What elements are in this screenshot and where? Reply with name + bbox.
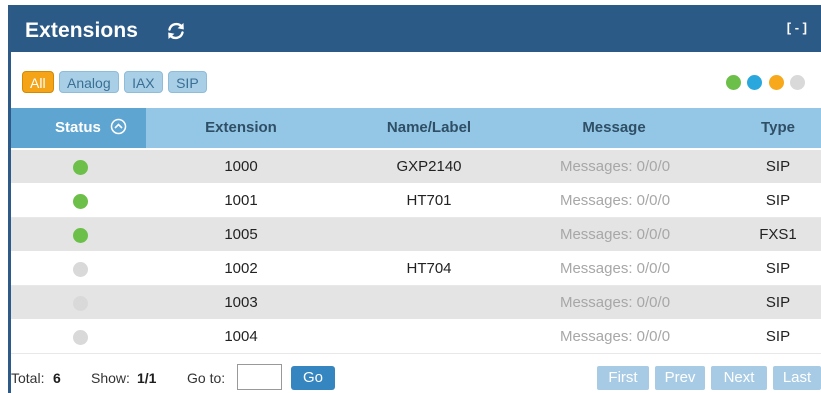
status-legend-dot[interactable] [790, 75, 805, 90]
refresh-icon[interactable] [165, 20, 187, 42]
total-count: 6 [53, 370, 61, 386]
show-pages: 1/1 [137, 370, 157, 386]
message-cell: Messages: 0/0/0 [547, 328, 683, 345]
type-cell: SIP [765, 260, 791, 277]
status-legend [724, 75, 805, 91]
extension-cell: 1001 [224, 192, 258, 209]
table-row[interactable]: 1004 Messages: 0/0/0 SIP [11, 320, 821, 354]
total-label: Total: [11, 370, 45, 386]
table-row[interactable]: 1002 HT704 Messages: 0/0/0 SIP [11, 252, 821, 286]
page-title: Extensions [25, 19, 139, 42]
message-cell: Messages: 0/0/0 [547, 192, 683, 209]
extension-cell: 1003 [224, 294, 258, 311]
status-legend-dot[interactable] [768, 75, 784, 90]
collapse-toggle[interactable]: [ - ] [787, 20, 807, 35]
status-indicator [73, 160, 88, 175]
message-label: Messages: [559, 328, 633, 345]
extension-cell: 1000 [224, 158, 258, 175]
next-page-button[interactable]: Next [711, 366, 767, 390]
message-value: 0/0/0 [636, 328, 671, 345]
type-cell: SIP [765, 294, 791, 311]
filter-sip-button[interactable]: SIP [168, 71, 207, 93]
filter-all-button[interactable]: All [22, 71, 54, 93]
status-indicator [73, 228, 88, 243]
table-row[interactable]: 1001 HT701 Messages: 0/0/0 SIP [11, 184, 821, 218]
message-label: Messages: [559, 260, 633, 277]
message-cell: Messages: 0/0/0 [547, 226, 683, 243]
status-indicator [73, 296, 88, 311]
type-column-header[interactable]: Type [748, 119, 808, 136]
last-page-button[interactable]: Last [773, 366, 821, 390]
extension-cell: 1002 [224, 260, 258, 277]
first-page-button[interactable]: First [597, 366, 649, 390]
table-row[interactable]: 1003 Messages: 0/0/0 SIP [11, 286, 821, 320]
message-label: Messages: [559, 192, 633, 209]
message-value: 0/0/0 [636, 192, 671, 209]
table-header: Status Extension Name/Label Message Type [11, 108, 821, 148]
name-cell: HT701 [406, 192, 452, 209]
filter-iax-button[interactable]: IAX [124, 71, 163, 93]
status-indicator [73, 330, 88, 345]
status-indicator [73, 262, 88, 277]
extension-column-header[interactable]: Extension [201, 119, 281, 136]
message-label: Messages: [559, 158, 633, 175]
goto-label: Go to: [187, 370, 226, 386]
table-row[interactable]: 1005 Messages: 0/0/0 FXS1 [11, 218, 821, 252]
message-cell: Messages: 0/0/0 [547, 158, 683, 175]
message-value: 0/0/0 [636, 158, 671, 175]
goto-page-input[interactable] [237, 364, 282, 390]
sort-ascending-icon[interactable] [110, 118, 127, 139]
type-cell: SIP [765, 158, 791, 175]
message-value: 0/0/0 [636, 226, 671, 243]
go-button[interactable]: Go [291, 366, 335, 390]
message-value: 0/0/0 [636, 260, 671, 277]
table-footer: Total: 6 Show: 1/1 Go to: Go First Prev … [11, 362, 821, 393]
message-label: Messages: [559, 226, 633, 243]
message-cell: Messages: 0/0/0 [547, 260, 683, 277]
message-cell: Messages: 0/0/0 [547, 294, 683, 311]
name-cell: HT704 [406, 260, 452, 277]
filter-bar: All Analog IAX SIP [22, 71, 208, 97]
table-row[interactable]: 1000 GXP2140 Messages: 0/0/0 SIP [11, 150, 821, 184]
status-legend-dot[interactable] [747, 75, 763, 90]
prev-page-button[interactable]: Prev [655, 366, 705, 390]
name-cell: GXP2140 [396, 158, 462, 175]
message-label: Messages: [559, 294, 633, 311]
type-cell: SIP [765, 192, 791, 209]
show-label: Show: [91, 370, 130, 386]
message-value: 0/0/0 [636, 294, 671, 311]
filter-analog-button[interactable]: Analog [59, 71, 119, 93]
type-cell: SIP [765, 328, 791, 345]
panel-header: Extensions [ - ] [11, 5, 821, 52]
name-column-header[interactable]: Name/Label [379, 119, 479, 136]
status-legend-dot[interactable] [725, 75, 741, 90]
status-indicator [73, 194, 88, 209]
message-column-header[interactable]: Message [569, 119, 659, 136]
extensions-table-body: 1000 GXP2140 Messages: 0/0/0 SIP 1001 HT… [11, 150, 821, 354]
extension-cell: 1004 [224, 328, 258, 345]
type-cell: FXS1 [759, 226, 797, 243]
status-column-header[interactable]: Status [11, 108, 146, 148]
status-header-label: Status [55, 119, 101, 136]
extension-cell: 1005 [224, 226, 258, 243]
